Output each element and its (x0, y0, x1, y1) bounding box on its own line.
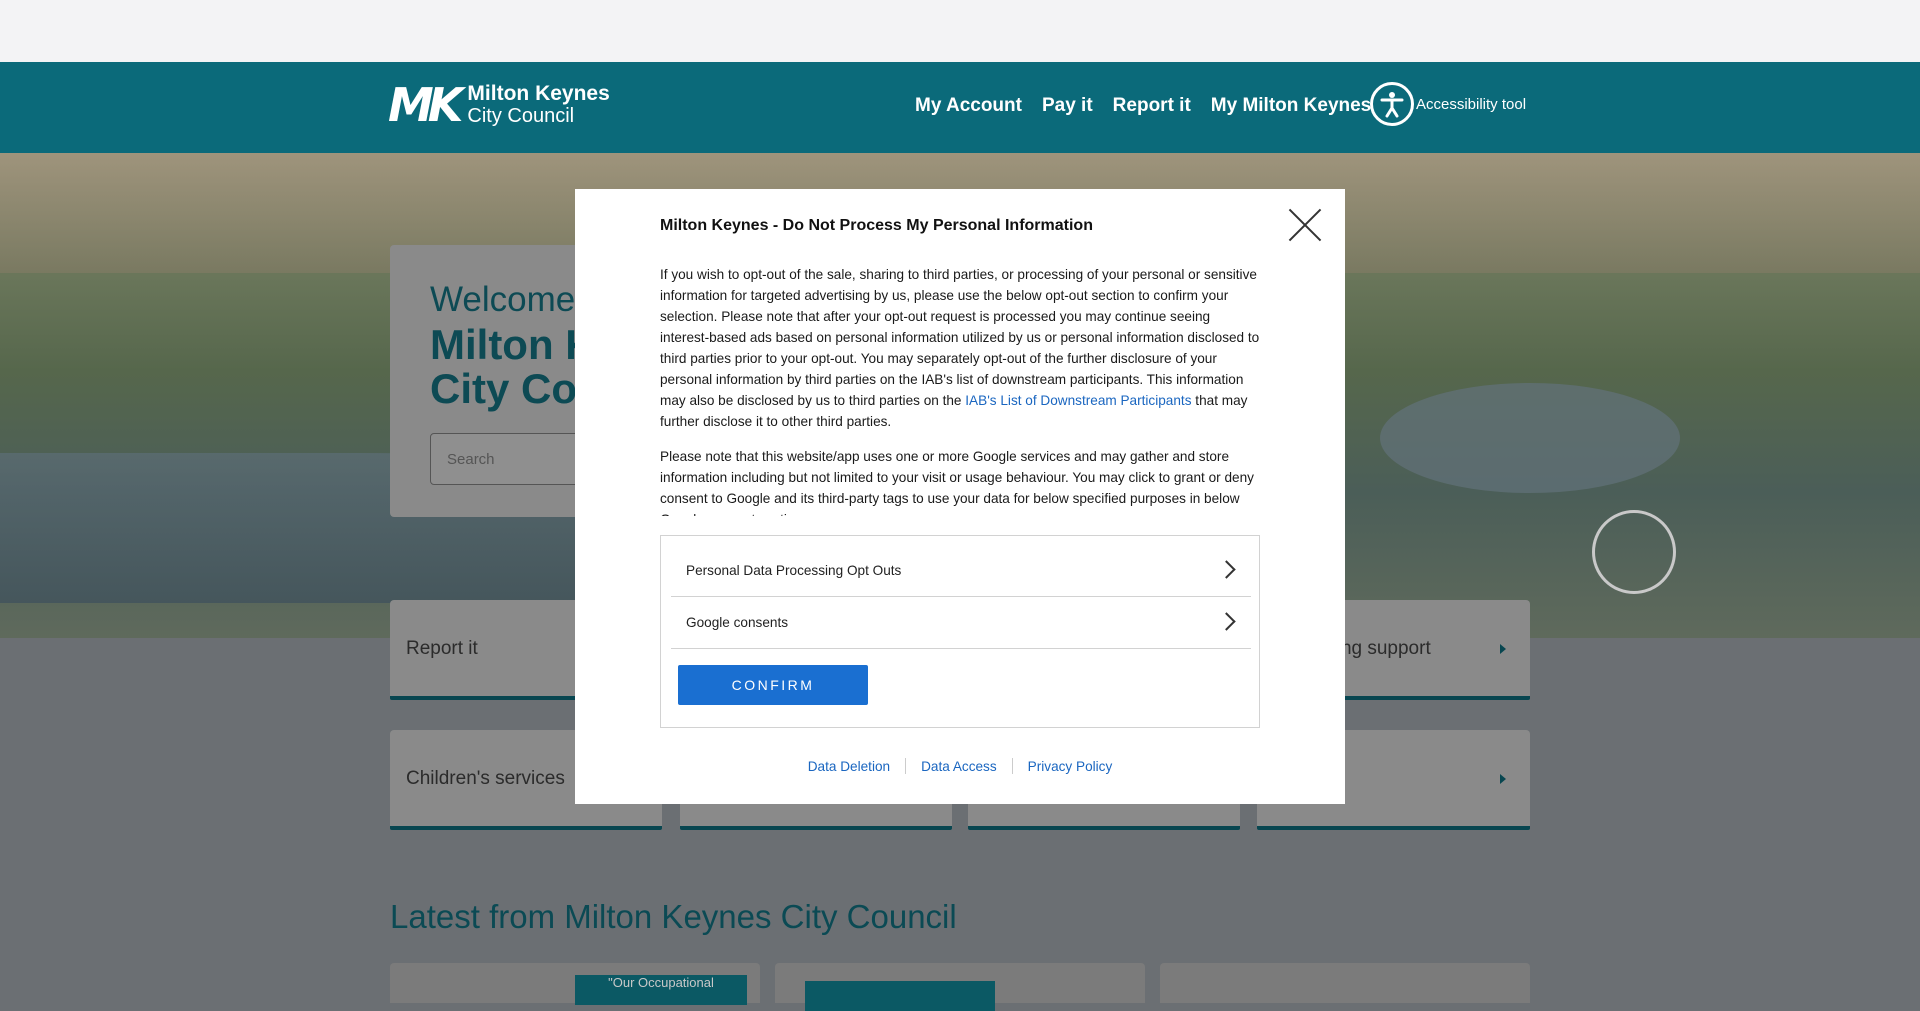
nav-my-account[interactable]: My Account (915, 95, 1022, 117)
confirm-button[interactable]: CONFIRM (678, 665, 868, 705)
news-card-badge-bar (805, 981, 995, 1011)
para1-text: If you wish to opt-out of the sale, shar… (660, 267, 1260, 408)
observation-wheel-image (1592, 510, 1676, 594)
row-label: Personal Data Processing Opt Outs (686, 563, 902, 578)
nav-my-milton-keynes[interactable]: My Milton Keynes (1211, 95, 1371, 117)
consent-options: Personal Data Processing Opt Outs Google… (660, 535, 1260, 728)
modal-paragraph-1: If you wish to opt-out of the sale, shar… (660, 264, 1260, 432)
chevron-right-icon (1217, 612, 1236, 631)
welcome-heading: Welcome t (430, 280, 595, 319)
iab-list-link[interactable]: IAB's List of Downstream Participants (965, 393, 1191, 408)
logo-line2: City Council (467, 104, 575, 127)
accessibility-label: Accessibility tool (1416, 95, 1527, 113)
modal-title: Milton Keynes - Do Not Process My Person… (660, 217, 1093, 234)
welcome-title-line2: City Cou (430, 365, 590, 412)
main-nav: My Account Pay it Report it My Milton Ke… (915, 95, 1371, 117)
nav-pay-it[interactable]: Pay it (1042, 95, 1093, 117)
logo-text: Milton Keynes City Council (467, 83, 609, 126)
personal-data-opt-outs-row[interactable]: Personal Data Processing Opt Outs (671, 545, 1251, 597)
news-card-badge: "Our Occupational (575, 975, 747, 1005)
google-consents-row[interactable]: Google consents (671, 597, 1251, 649)
tile-label: Report it (406, 638, 478, 659)
site-header: MK Milton Keynes City Council My Account… (0, 62, 1920, 153)
accessibility-icon (1370, 82, 1414, 126)
top-bar (0, 0, 1920, 62)
chevron-right-icon (1217, 560, 1236, 579)
tile-label: Children's services (406, 768, 565, 789)
council-logo[interactable]: MK Milton Keynes City Council (388, 82, 610, 128)
logo-line1: Milton Keynes (467, 82, 610, 106)
data-access-link[interactable]: Data Access (906, 759, 1012, 774)
row-label: Google consents (686, 615, 789, 630)
modal-body: If you wish to opt-out of the sale, shar… (660, 264, 1260, 516)
privacy-policy-link[interactable]: Privacy Policy (1013, 759, 1128, 774)
close-icon[interactable] (1287, 207, 1323, 243)
news-card[interactable] (775, 963, 1145, 1011)
privacy-modal: Milton Keynes - Do Not Process My Person… (575, 189, 1345, 804)
accessibility-tool-button[interactable]: Accessibility tool (1370, 82, 1526, 126)
modal-paragraph-2: Please note that this website/app uses o… (660, 449, 1254, 516)
data-deletion-link[interactable]: Data Deletion (793, 759, 905, 774)
modal-footer-links: Data Deletion Data Access Privacy Policy (575, 758, 1345, 774)
hero-lake (1380, 383, 1680, 493)
latest-heading: Latest from Milton Keynes City Council (390, 898, 957, 935)
search-placeholder: Search (447, 450, 495, 468)
news-card[interactable] (1160, 963, 1530, 1003)
arrow-right-icon (1500, 774, 1506, 784)
welcome-title-line1: Milton K (430, 323, 590, 368)
arrow-right-icon (1500, 644, 1506, 654)
news-card[interactable]: "Our Occupational (390, 963, 760, 1005)
logo-mark: MK (388, 78, 463, 132)
nav-report-it[interactable]: Report it (1113, 95, 1191, 117)
